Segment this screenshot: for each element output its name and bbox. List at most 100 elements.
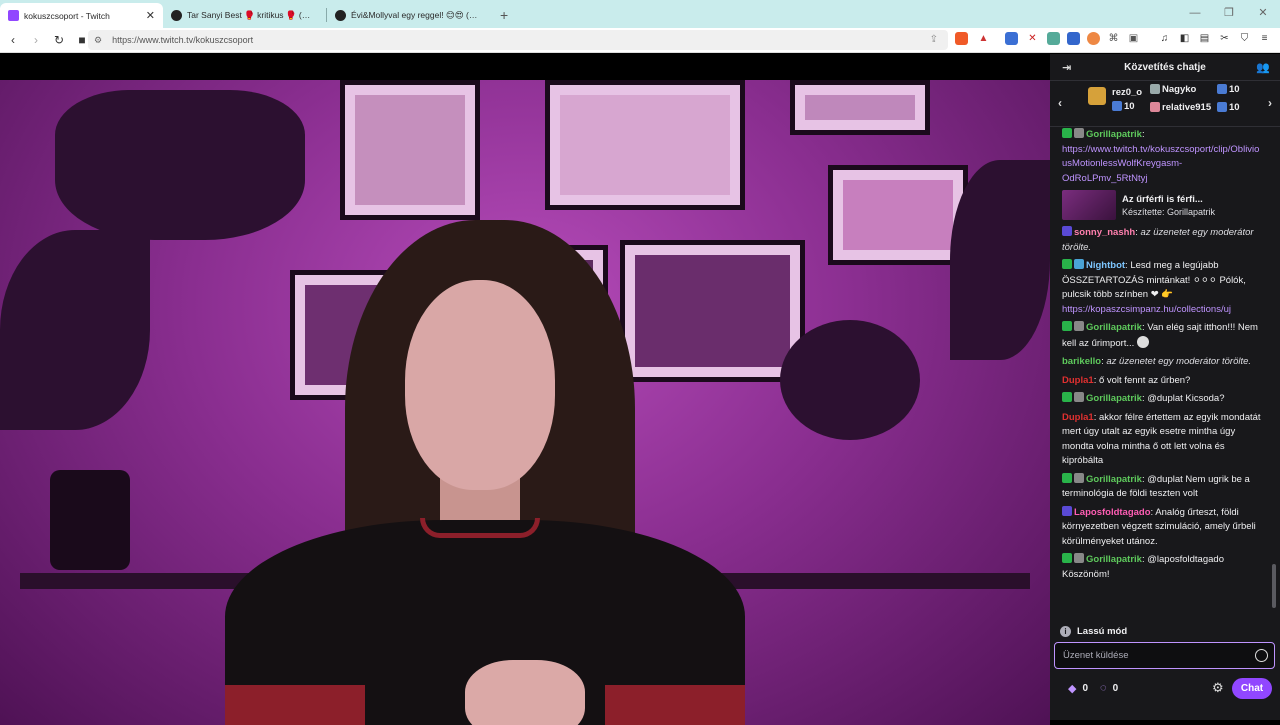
back-icon[interactable]: ‹ bbox=[3, 33, 23, 47]
chat-username[interactable]: Dupla1 bbox=[1062, 412, 1094, 423]
extension-icon[interactable] bbox=[1067, 32, 1080, 45]
screenshot-icon[interactable]: ✂ bbox=[1218, 32, 1231, 45]
extension-icon[interactable] bbox=[1047, 32, 1060, 45]
channel-points-icon[interactable]: ◌ bbox=[1100, 682, 1107, 694]
tab-tiktok-1[interactable]: Tar Sanyi Best 🥊 kritikus 🥊 (@szop bbox=[163, 3, 326, 28]
chat-message: Gorillapatrik: @laposfoldtagado Köszönöm… bbox=[1062, 553, 1224, 580]
chat-messages[interactable]: Gorillapatrik: https://www.twitch.tv/kok… bbox=[1050, 128, 1270, 618]
slow-mode-label: Lassú mód bbox=[1077, 626, 1128, 637]
chevron-right-icon[interactable]: › bbox=[1268, 96, 1272, 110]
address-bar[interactable]: ⚙ https://www.twitch.tv/kokuszcsoport ⇪ bbox=[88, 30, 948, 50]
wallet-icon[interactable]: ▤ bbox=[1198, 32, 1211, 45]
bits-icon[interactable]: ◆ bbox=[1068, 682, 1076, 695]
chevron-left-icon[interactable]: ‹ bbox=[1058, 96, 1062, 110]
minimize-icon[interactable]: — bbox=[1178, 0, 1212, 26]
chat-username[interactable]: sonny_nashh bbox=[1074, 227, 1135, 238]
leaderboard-entry[interactable] bbox=[1088, 87, 1106, 105]
plant-decoration bbox=[950, 160, 1050, 360]
sleeve bbox=[225, 685, 365, 725]
chat-username[interactable]: Gorillapatrik bbox=[1086, 474, 1142, 485]
tab-title: Tar Sanyi Best 🥊 kritikus 🥊 (@szop bbox=[187, 10, 318, 20]
sidebar-icon[interactable]: ◧ bbox=[1178, 32, 1191, 45]
chat-username[interactable]: Laposfoldtagado bbox=[1074, 507, 1151, 518]
site-info-icon[interactable]: ⚙ bbox=[94, 35, 102, 46]
tiktok-favicon-icon bbox=[171, 10, 182, 21]
menu-icon[interactable]: ≡ bbox=[1258, 32, 1271, 45]
translate-icon[interactable] bbox=[1005, 32, 1018, 45]
reload-icon[interactable]: ↻ bbox=[49, 33, 69, 47]
close-window-icon[interactable]: ✕ bbox=[1246, 0, 1280, 26]
chat-header: ⇥ Közvetítés chatje 👥 bbox=[1050, 54, 1280, 81]
wall-picture bbox=[790, 80, 930, 135]
plant-decoration bbox=[780, 320, 920, 440]
leaderboard-entry-count: 10 bbox=[1112, 101, 1135, 112]
gear-icon[interactable]: ⚙ bbox=[1212, 680, 1224, 696]
community-icon[interactable]: 👥 bbox=[1256, 61, 1270, 74]
chat-footer: ◆ 0 ◌ 0 ⚙ Chat bbox=[1050, 674, 1280, 702]
url-text: https://www.twitch.tv/kokuszcsoport bbox=[112, 35, 254, 45]
clip-title: Az űrférfi is férfi... bbox=[1122, 193, 1203, 205]
close-tab-icon[interactable]: ✕ bbox=[146, 9, 155, 22]
chat-link[interactable]: https://kopaszcsimpanz.hu/collections/uj bbox=[1062, 304, 1231, 315]
chat-message: sonny_nashh: az üzenetet egy moderátor t… bbox=[1062, 226, 1254, 253]
plant-pot bbox=[50, 470, 130, 570]
deleted-message: az üzenetet egy moderátor törölte. bbox=[1106, 356, 1252, 367]
chat-username[interactable]: Dupla1 bbox=[1062, 375, 1094, 386]
collapse-chat-icon[interactable]: ⇥ bbox=[1062, 61, 1071, 74]
chat-text: @duplat Kicsoda? bbox=[1147, 393, 1225, 404]
wall-picture bbox=[340, 80, 480, 220]
chat-username[interactable]: Nightbot bbox=[1086, 260, 1125, 271]
chat-link[interactable]: https://www.twitch.tv/kokuszcsoport/clip… bbox=[1062, 144, 1259, 184]
extension-icon[interactable]: ▣ bbox=[1127, 32, 1140, 45]
gift-badge-icon bbox=[1112, 101, 1122, 112]
video-player[interactable] bbox=[0, 54, 1050, 725]
chat-username[interactable]: Gorillapatrik bbox=[1086, 129, 1142, 140]
new-tab-button[interactable]: + bbox=[500, 7, 508, 23]
leaderboard-entry-name[interactable]: rez0_o bbox=[1112, 87, 1142, 98]
tab-tiktok-2[interactable]: Évi&Mollyval egy reggel! 😊😍 (@m bbox=[327, 3, 490, 28]
brave-shield-icon[interactable] bbox=[955, 32, 968, 45]
chat-message: Nightbot: Lesd meg a legújabb ÖSSZETARTO… bbox=[1062, 259, 1246, 315]
speaker-person bbox=[225, 220, 745, 725]
maximize-icon[interactable]: ❐ bbox=[1212, 0, 1246, 26]
chat-input-placeholder: Üzenet küldése bbox=[1063, 650, 1129, 661]
vip-badge-icon bbox=[1074, 472, 1084, 483]
forward-icon[interactable]: › bbox=[26, 33, 46, 47]
clip-card[interactable]: Az űrférfi is férfi... Készítette: Goril… bbox=[1062, 190, 1264, 220]
chat-username[interactable]: barikello bbox=[1062, 356, 1101, 367]
chat-message: Gorillapatrik: https://www.twitch.tv/kok… bbox=[1062, 128, 1260, 184]
vip-badge-icon bbox=[1074, 321, 1084, 331]
chat-text: ő volt fennt az űrben? bbox=[1098, 374, 1191, 386]
chat-scrollbar[interactable] bbox=[1272, 564, 1276, 608]
emoji-picker-icon[interactable] bbox=[1255, 649, 1268, 662]
rewards-icon[interactable]: ▲ bbox=[977, 32, 990, 45]
puzzle-icon[interactable]: ⌘ bbox=[1107, 32, 1120, 45]
chat-username[interactable]: Gorillapatrik bbox=[1086, 322, 1142, 333]
bot-badge-icon bbox=[1074, 259, 1084, 269]
chat-username[interactable]: Gorillapatrik bbox=[1086, 393, 1142, 404]
share-icon[interactable]: ⇪ bbox=[930, 34, 938, 45]
clip-creator: Készítette: Gorillapatrik bbox=[1122, 206, 1216, 217]
chat-title: Közvetítés chatje bbox=[1124, 61, 1206, 73]
chat-input[interactable]: Üzenet küldése bbox=[1054, 642, 1275, 669]
tab-title: Évi&Mollyval egy reggel! 😊😍 (@m bbox=[351, 10, 482, 20]
shield-icon[interactable]: ⛉ bbox=[1238, 32, 1251, 45]
tab-title: kokuszcsoport - Twitch bbox=[24, 10, 110, 21]
bits-count: 0 bbox=[1082, 682, 1089, 694]
chat-message: Gorillapatrik: Van elég sajt itthon!!! N… bbox=[1062, 321, 1258, 349]
chat-username[interactable]: Gorillapatrik bbox=[1086, 554, 1142, 565]
send-chat-button[interactable]: Chat bbox=[1232, 678, 1272, 699]
leaderboard-entry-name[interactable]: relative915 bbox=[1150, 102, 1211, 113]
music-icon[interactable]: ♫ bbox=[1158, 32, 1171, 45]
extension-x-icon[interactable]: ✕ bbox=[1026, 32, 1039, 45]
sleeve bbox=[605, 685, 745, 725]
channel-points-count: 0 bbox=[1112, 682, 1119, 694]
leaderboard-entry-name[interactable]: Nagyko bbox=[1150, 84, 1196, 95]
chat-message: Laposfoldtagado: Analóg űrteszt, földi k… bbox=[1062, 505, 1256, 547]
tab-twitch[interactable]: kokuszcsoport - Twitch ✕ bbox=[0, 3, 163, 28]
wall-picture bbox=[828, 165, 968, 265]
gift-badge-icon bbox=[1217, 84, 1227, 95]
user-badge-icon bbox=[1150, 102, 1160, 113]
browser-tabstrip: kokuszcsoport - Twitch ✕ Tar Sanyi Best … bbox=[0, 0, 1280, 28]
extension-icon[interactable] bbox=[1087, 32, 1100, 45]
